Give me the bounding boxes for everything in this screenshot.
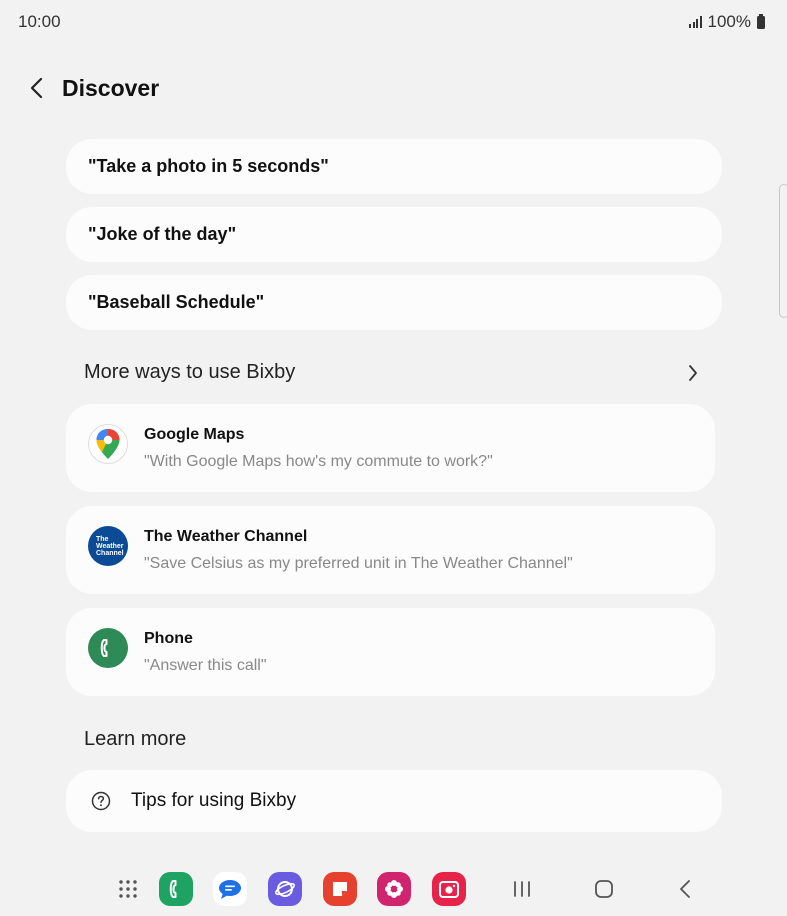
app-example: "With Google Maps how's my commute to wo… (144, 453, 493, 470)
status-bar: 10:00 100% (0, 0, 787, 44)
nav-back-button[interactable] (667, 872, 703, 906)
status-indicators: 100% (689, 12, 765, 32)
messages-app-button[interactable] (213, 872, 247, 906)
app-example: "Save Celsius as my preferred unit in Th… (144, 555, 573, 572)
app-bar: Discover (0, 50, 787, 126)
phrase-label: "Take a photo in 5 seconds" (88, 156, 329, 176)
camera-app-icon (432, 872, 466, 906)
phrase-label: "Baseball Schedule" (88, 292, 265, 312)
app-card-phone[interactable]: Phone "Answer this call" (66, 608, 715, 696)
tips-label: Tips for using Bixby (131, 790, 297, 811)
back-button[interactable] (16, 68, 56, 108)
help-circle-icon (90, 790, 112, 812)
home-button[interactable] (586, 872, 622, 906)
signal-icon (689, 16, 702, 28)
phone-app-icon (159, 872, 193, 906)
recent-apps-icon (514, 881, 530, 897)
messages-app-icon (213, 872, 247, 906)
phrase-card[interactable]: "Joke of the day" (66, 207, 722, 262)
nav-back-icon (680, 880, 690, 898)
app-name: The Weather Channel (144, 528, 308, 545)
phone-app-button[interactable] (159, 872, 193, 906)
apps-grid-button[interactable] (111, 872, 145, 906)
gallery-app-icon (377, 872, 411, 906)
chevron-right-icon (689, 365, 697, 381)
side-panel-handle[interactable] (779, 184, 787, 318)
more-ways-title: More ways to use Bixby (84, 361, 296, 383)
weather-channel-icon: The Weather Channel (88, 526, 128, 566)
battery-icon (757, 13, 765, 29)
app-card-weather-channel[interactable]: The Weather Channel The Weather Channel … (66, 506, 715, 594)
phone-icon (88, 628, 128, 668)
more-ways-button[interactable] (682, 362, 704, 384)
tips-button[interactable]: Tips for using Bixby (66, 770, 722, 832)
phrase-card[interactable]: "Baseball Schedule" (66, 275, 722, 330)
chevron-left-icon (30, 77, 43, 99)
notes-app-button[interactable] (323, 872, 357, 906)
taskbar (0, 860, 787, 916)
home-icon (595, 880, 613, 898)
camera-app-button[interactable] (432, 872, 466, 906)
gallery-app-button[interactable] (377, 872, 411, 906)
notes-app-icon (323, 872, 357, 906)
status-time: 10:00 (18, 12, 61, 31)
app-card-google-maps[interactable]: Google Maps "With Google Maps how's my c… (66, 404, 715, 492)
page-title: Discover (62, 74, 160, 101)
app-example: "Answer this call" (144, 657, 267, 674)
battery-percent: 100% (707, 12, 751, 31)
app-name: Google Maps (144, 426, 245, 443)
phrase-label: "Joke of the day" (88, 224, 237, 244)
internet-app-button[interactable] (268, 872, 302, 906)
recent-apps-button[interactable] (504, 872, 540, 906)
phrase-card[interactable]: "Take a photo in 5 seconds" (66, 139, 722, 194)
app-name: Phone (144, 630, 193, 647)
google-maps-icon (88, 424, 128, 464)
learn-more-title: Learn more (84, 728, 187, 750)
apps-grid-icon (119, 880, 137, 898)
internet-app-icon (268, 872, 302, 906)
